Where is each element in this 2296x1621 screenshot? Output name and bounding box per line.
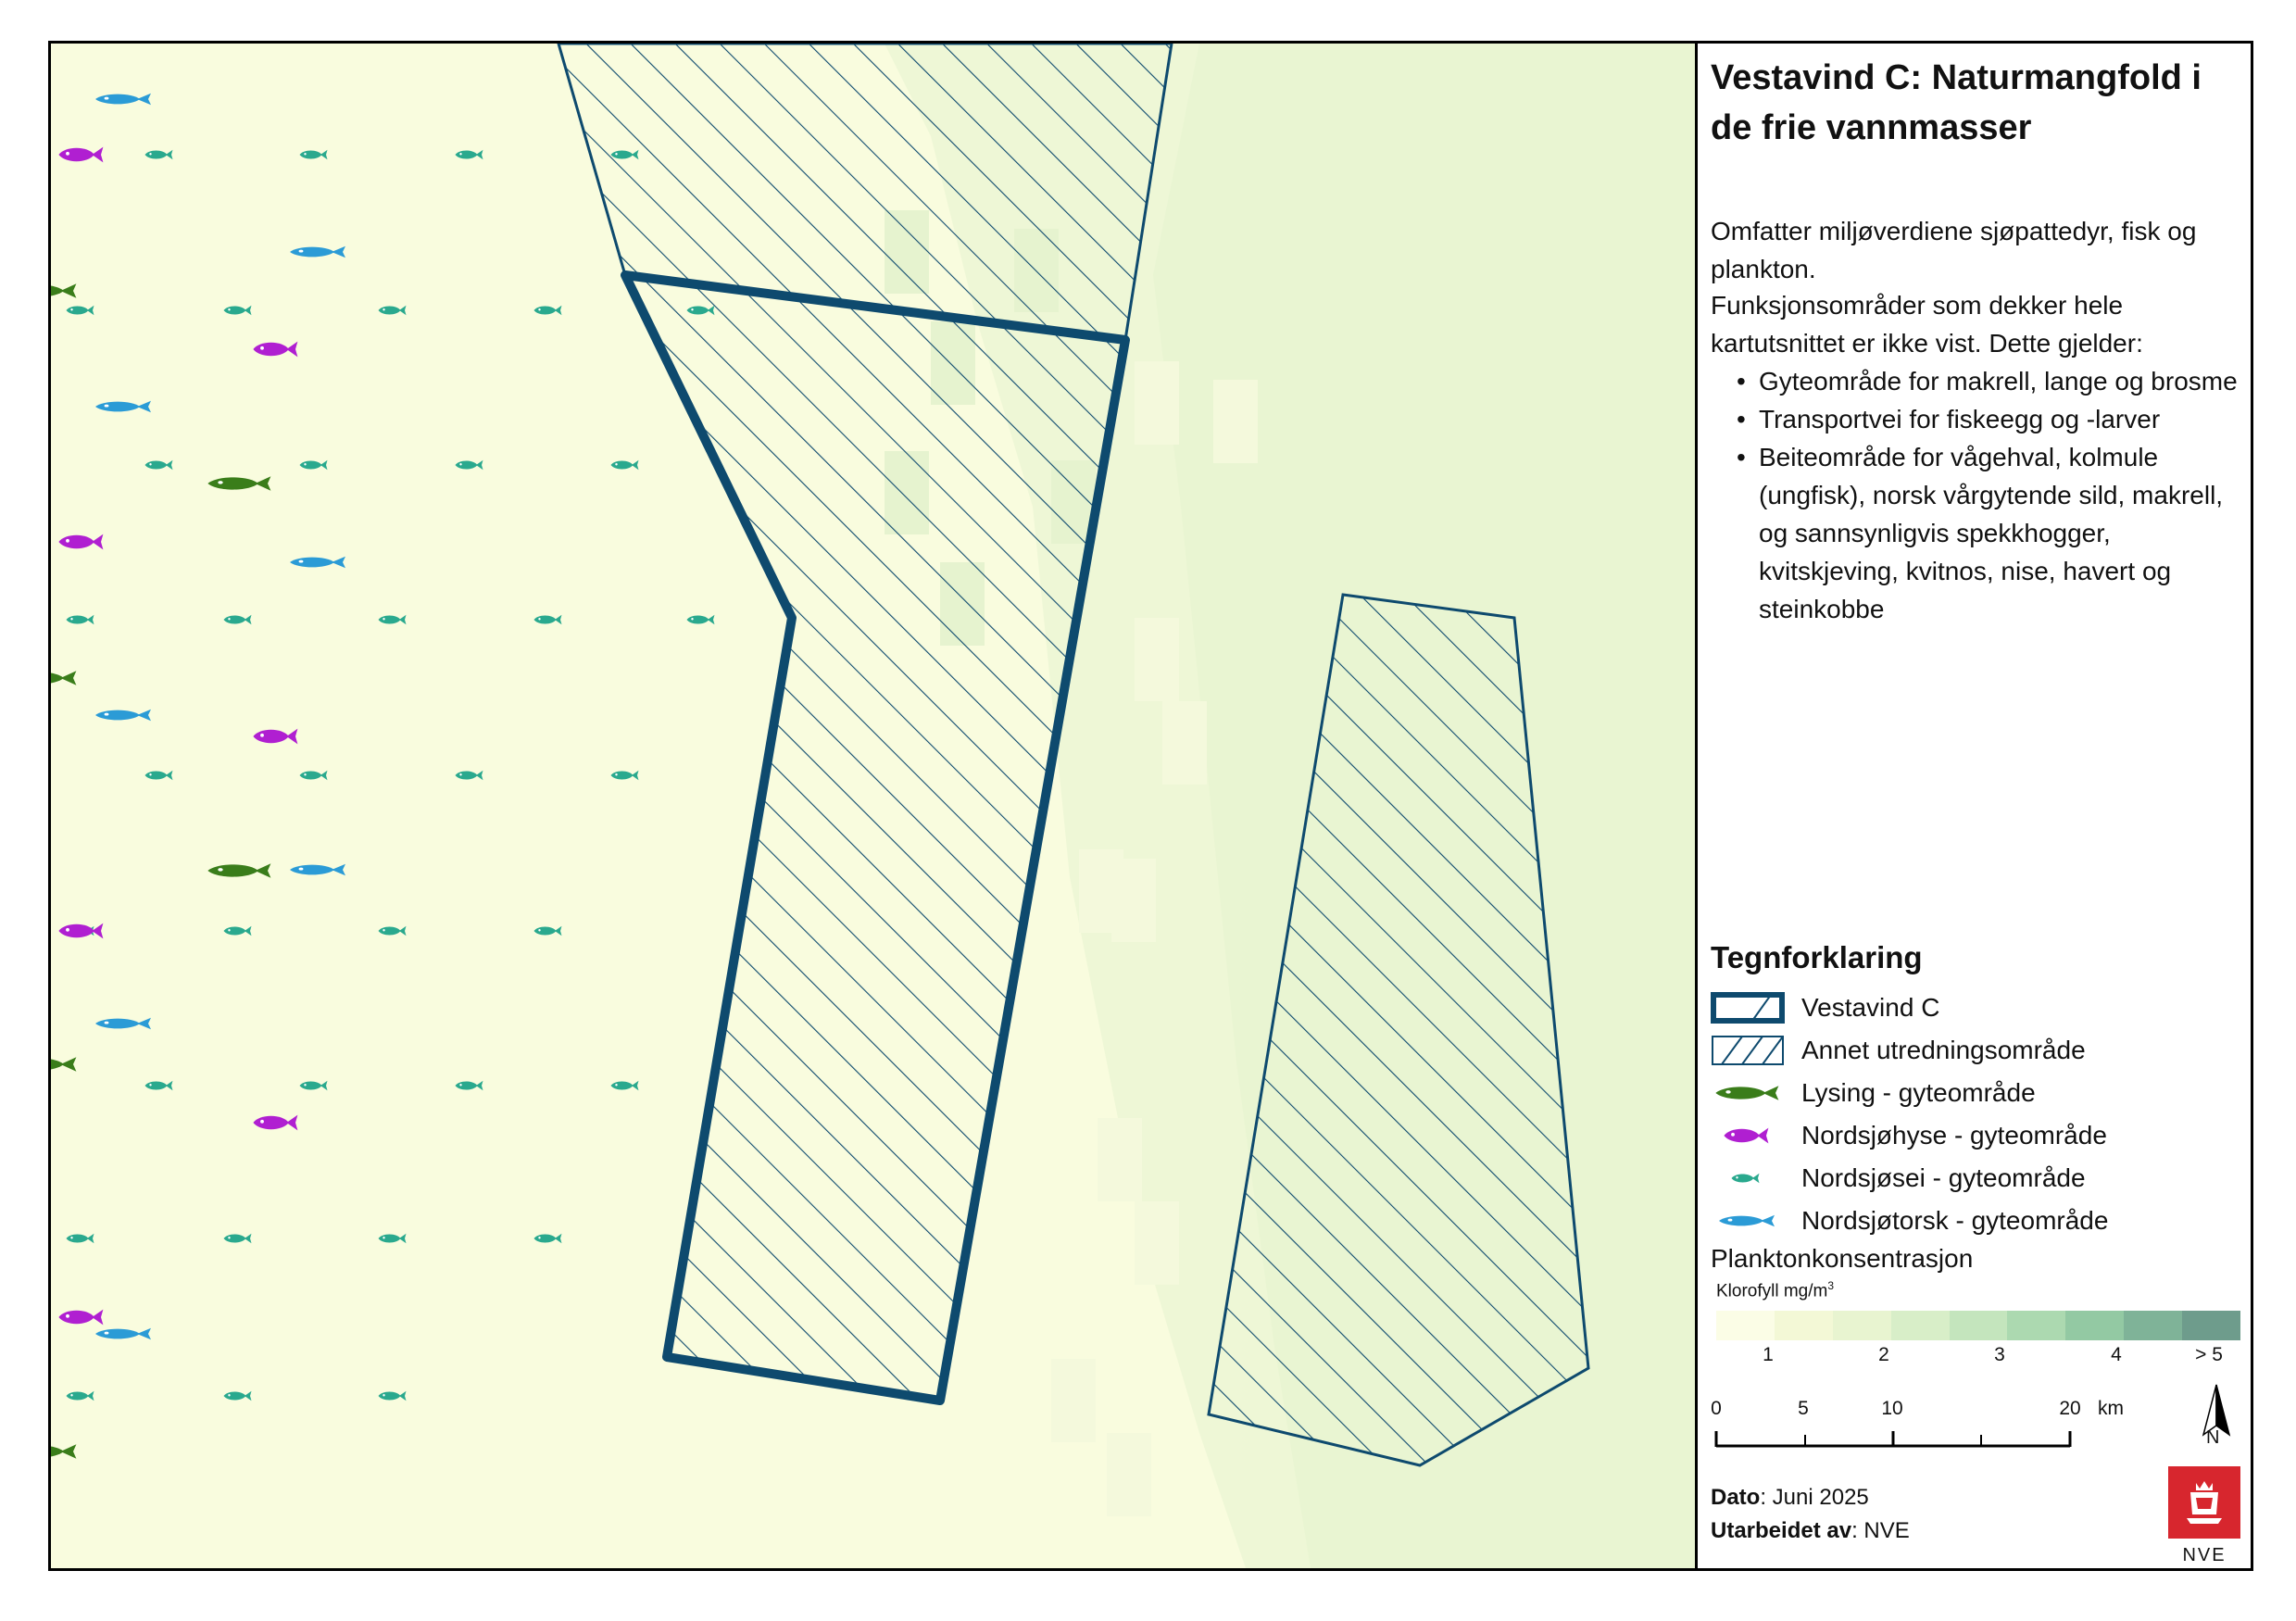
scale-label: 5: [1798, 1398, 1809, 1419]
bullet-list: Gyteområde for makrell, lange og brosme …: [1711, 362, 2239, 628]
torsk-fish-icon: [1719, 1214, 1775, 1227]
scale-label: 0: [1711, 1398, 1722, 1419]
bullet-item: Transportvei for fiskeegg og -larver: [1711, 400, 2239, 438]
ramp-swatch: [2124, 1311, 2183, 1340]
lion-shield-icon: [2168, 1466, 2240, 1539]
scale-label: 20: [2059, 1398, 2081, 1419]
ramp-label: > 5: [2195, 1344, 2223, 1365]
scale-bar: [1714, 1431, 2072, 1448]
legend-item-vestavind: Vestavind C: [1711, 990, 2239, 1027]
ramp-label: 2: [1878, 1344, 1889, 1365]
sei-fish-icon: [1731, 1173, 1760, 1184]
north-label: N: [2206, 1427, 2220, 1448]
ramp-label: 3: [1994, 1344, 2005, 1365]
legend-label: Annet utredningsområde: [1801, 1036, 2086, 1064]
map-svg: [51, 44, 1695, 1568]
legend-title: Tegnforklaring: [1711, 940, 1923, 974]
lysing-fish-icon: [1715, 1086, 1779, 1100]
author-line: Utarbeidet av: NVE: [1711, 1518, 1910, 1543]
legend-label: Nordsjøtorsk - gyteområde: [1801, 1206, 2109, 1235]
logo-text: NVE: [2182, 1545, 2227, 1565]
legend-label: Lysing - gyteområde: [1801, 1078, 2036, 1107]
ramp-swatch: [2007, 1311, 2066, 1340]
legend-item-lysing: Lysing - gyteområde: [1711, 1075, 2239, 1112]
legend-label: Nordsjøhyse - gyteområde: [1801, 1121, 2107, 1150]
scale-unit: km: [2098, 1398, 2124, 1419]
ramp-swatch: [2182, 1311, 2241, 1340]
scale-label: 10: [1881, 1398, 1903, 1419]
description-1: Omfatter miljøverdiene sjøpattedyr, fisk…: [1711, 217, 2197, 283]
ramp-swatch: [2065, 1311, 2125, 1340]
nve-logo: NVE: [2168, 1466, 2240, 1565]
bullet-item: Gyteområde for makrell, lange og brosme: [1711, 362, 2239, 400]
plankton-color-ramp: [1716, 1311, 2241, 1340]
plankton-title: Planktonkonsentrasjon: [1711, 1244, 1974, 1273]
ramp-label: 1: [1763, 1344, 1774, 1365]
ramp-swatch: [1774, 1311, 1833, 1340]
thin-hatch-icon: [1712, 1036, 1784, 1065]
map-title: Vestavind C: Naturmangfold i de frie van…: [1711, 58, 2202, 147]
hyse-fish-icon: [1724, 1127, 1769, 1144]
legend-item-torsk: Nordsjøtorsk - gyteområde: [1711, 1203, 2239, 1240]
ramp-swatch: [1949, 1311, 2008, 1340]
legend-label: Vestavind C: [1801, 993, 1940, 1022]
legend-panel: Vestavind C: Naturmangfold i de frie van…: [1695, 44, 2251, 1568]
ramp-swatch: [1890, 1311, 1950, 1340]
ramp-swatch: [1832, 1311, 1891, 1340]
ramp-label: 4: [2111, 1344, 2122, 1365]
bullet-item: Beiteområde for vågehval, kolmule (ungfi…: [1711, 438, 2239, 628]
date-line: Dato: Juni 2025: [1711, 1485, 1869, 1510]
description-2: Funksjonsområder som dekker hele kartuts…: [1711, 291, 2143, 358]
thick-hatch-icon: [1711, 992, 1785, 1024]
legend-item-annet: Annet utredningsområde: [1711, 1033, 2239, 1070]
legend-label: Nordsjøsei - gyteområde: [1801, 1163, 2086, 1192]
ramp-swatch: [1716, 1311, 1775, 1340]
map-canvas[interactable]: [51, 44, 1695, 1568]
legend-item-sei: Nordsjøsei - gyteområde: [1711, 1161, 2239, 1198]
plankton-unit: Klorofyll mg/m3: [1716, 1279, 1835, 1301]
legend-item-hyse: Nordsjøhyse - gyteområde: [1711, 1118, 2239, 1155]
